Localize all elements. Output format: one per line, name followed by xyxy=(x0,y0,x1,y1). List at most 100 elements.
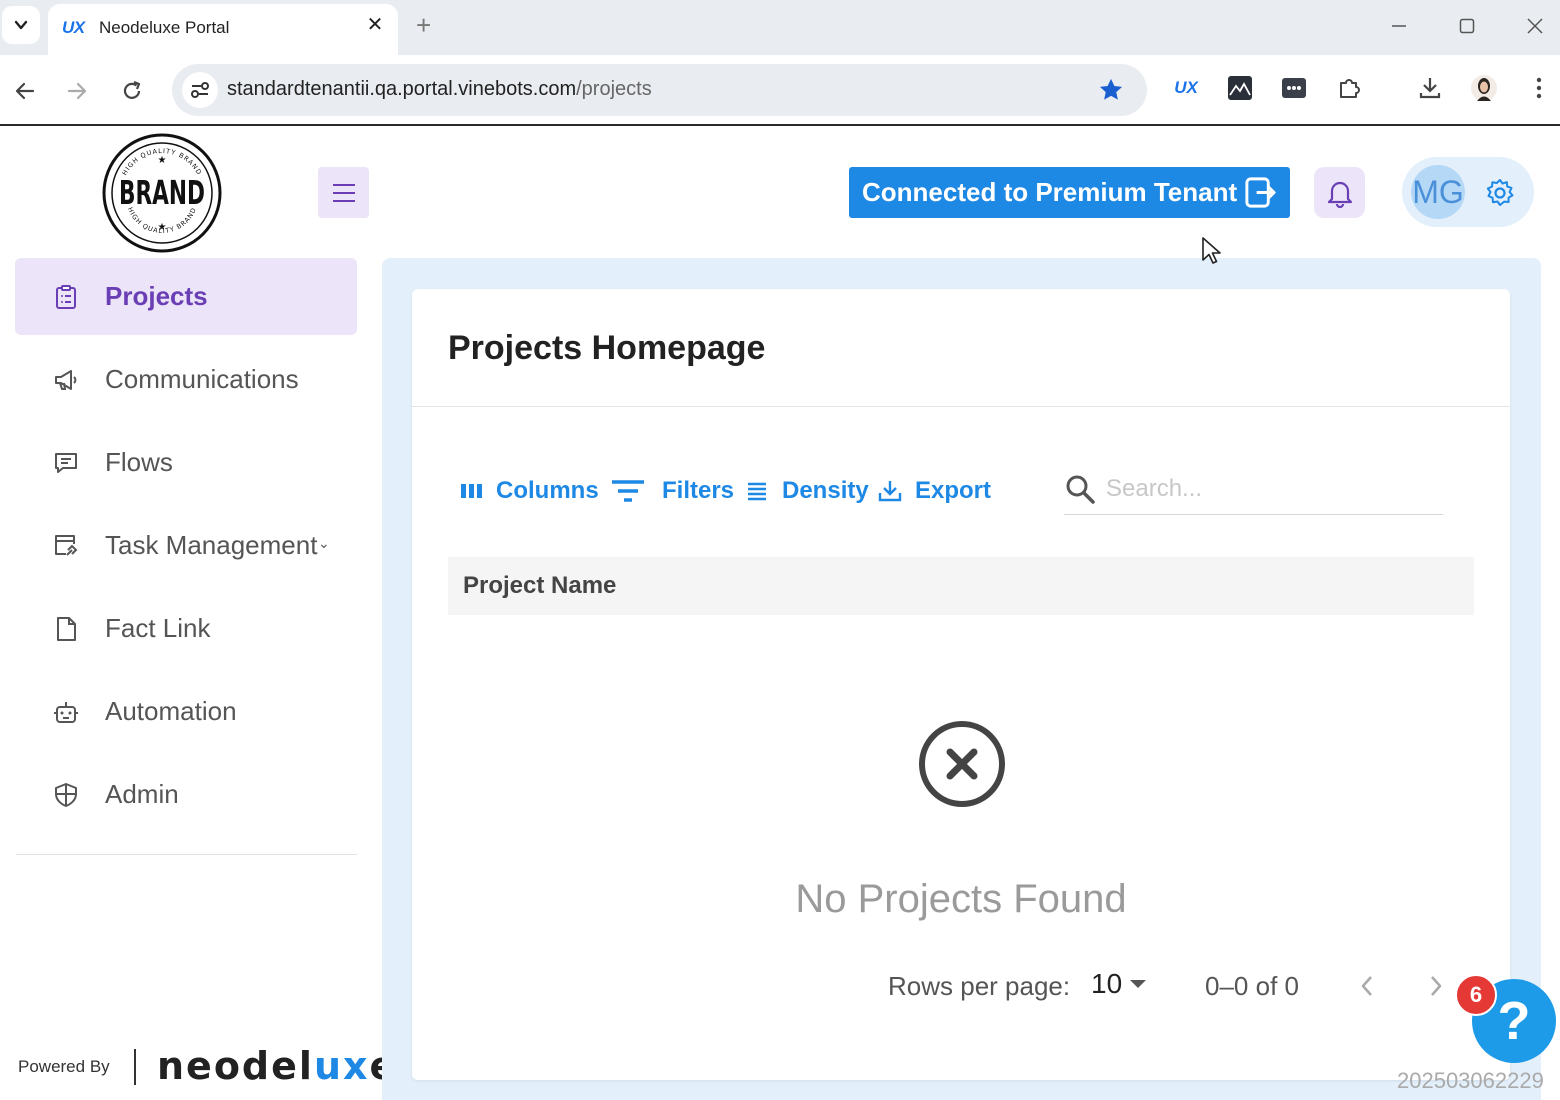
sidebar-item-fact-link[interactable]: Fact Link xyxy=(15,590,357,667)
download-icon[interactable] xyxy=(1415,73,1445,103)
window-close-button[interactable] xyxy=(1502,0,1560,52)
no-results-icon xyxy=(919,721,1005,807)
password-extension-icon[interactable] xyxy=(1279,73,1309,103)
empty-state-message: No Projects Found xyxy=(795,877,1127,921)
mountain-extension-icon[interactable] xyxy=(1225,73,1255,103)
brand-logo-text: BRAND xyxy=(119,173,205,212)
svg-text:★: ★ xyxy=(158,155,167,166)
window-maximize-button[interactable] xyxy=(1434,0,1500,52)
density-icon xyxy=(744,475,770,507)
arrow-left-icon xyxy=(15,82,35,100)
chevron-left-icon xyxy=(1361,976,1372,996)
tune-icon xyxy=(191,82,209,98)
chat-icon xyxy=(51,448,81,478)
hamburger-menu-icon xyxy=(332,183,355,202)
robot-icon xyxy=(51,697,81,727)
user-menu[interactable]: MG xyxy=(1402,157,1534,227)
vendor-logo-accent: ux xyxy=(313,1044,370,1088)
filters-label: Filters xyxy=(662,477,735,504)
timestamp-watermark: 202503062229 xyxy=(1397,1068,1544,1093)
mouse-cursor-icon xyxy=(1202,237,1221,264)
user-avatar[interactable]: MG xyxy=(1411,165,1465,219)
connected-tenant-button[interactable]: Connected to Premium Tenant xyxy=(849,167,1290,218)
browser-tab-active[interactable]: UX Neodeluxe Portal ✕ xyxy=(48,4,398,55)
vendor-logo: neodeluxeTM xyxy=(157,1044,411,1088)
sidebar-item-label: Projects xyxy=(105,281,208,311)
filter-icon xyxy=(610,475,646,507)
sidebar-divider xyxy=(16,854,357,855)
density-label: Density xyxy=(782,477,869,504)
columns-icon xyxy=(456,475,488,507)
minimize-icon xyxy=(1392,25,1406,27)
help-notification-badge: 6 xyxy=(1455,974,1497,1016)
bookmark-star-icon[interactable] xyxy=(1097,76,1125,109)
vendor-logo-pre: neodel xyxy=(157,1044,314,1088)
tab-search-button[interactable] xyxy=(2,6,40,44)
projects-card: Projects Homepage Columns Filters Densit… xyxy=(412,289,1510,1080)
new-tab-icon[interactable]: + xyxy=(416,10,431,40)
sidebar-item-task-management[interactable]: Task Management ⌄ xyxy=(15,507,357,584)
export-button[interactable]: Export xyxy=(875,475,991,507)
columns-button[interactable]: Columns xyxy=(456,475,599,507)
file-icon xyxy=(51,614,81,644)
connected-tenant-label: Connected to Premium Tenant xyxy=(862,177,1238,207)
search-input[interactable] xyxy=(1106,471,1426,507)
export-download-icon xyxy=(875,475,905,507)
browser-toolbar: standardtenantii.qa.portal.vinebots.com/… xyxy=(0,55,1560,126)
url-host: standardtenantii.qa.portal.vinebots.com xyxy=(227,78,577,100)
window-minimize-button[interactable] xyxy=(1366,0,1432,52)
chevron-right-icon xyxy=(1431,976,1442,996)
sidebar-item-admin[interactable]: Admin xyxy=(15,756,357,833)
task-icon xyxy=(51,531,81,561)
reload-icon xyxy=(123,80,141,99)
browser-menu-icon[interactable] xyxy=(1524,73,1554,103)
sidebar-item-label: Admin xyxy=(105,779,179,809)
shield-icon xyxy=(51,780,81,810)
notifications-button[interactable] xyxy=(1314,167,1365,218)
gear-icon[interactable] xyxy=(1484,177,1516,209)
column-header-project-name[interactable]: Project Name xyxy=(463,572,616,600)
site-info-button[interactable] xyxy=(182,72,218,108)
megaphone-icon xyxy=(51,365,81,395)
profile-avatar-icon[interactable] xyxy=(1469,73,1499,103)
bell-icon xyxy=(1327,181,1352,208)
ux-extension-icon[interactable]: UX xyxy=(1171,73,1201,103)
rows-per-page-select[interactable]: 10 xyxy=(1091,968,1147,1000)
chevron-down-icon[interactable]: ⌄ xyxy=(318,535,330,552)
svg-text:★: ★ xyxy=(158,222,167,233)
search-icon xyxy=(1066,475,1095,504)
reload-button[interactable] xyxy=(118,77,146,105)
tab-close-icon[interactable]: ✕ xyxy=(364,14,386,36)
caret-down-icon xyxy=(1130,980,1147,988)
browser-tabstrip: UX Neodeluxe Portal ✕ + xyxy=(0,0,1560,55)
brand-logo[interactable]: HIGH QUALITY BRAND HIGH QUALITY BRAND ★ … xyxy=(102,133,222,253)
powered-by-separator xyxy=(134,1049,136,1085)
sidebar-toggle-button[interactable] xyxy=(318,167,369,218)
clipboard-icon xyxy=(51,282,81,312)
sidebar-item-label: Task Management xyxy=(105,530,318,560)
sidebar-item-flows[interactable]: Flows xyxy=(15,424,357,501)
table-header: Project Name xyxy=(448,557,1474,615)
page-title: Projects Homepage xyxy=(448,329,766,367)
powered-by-label: Powered By xyxy=(18,1057,110,1076)
extensions-puzzle-icon[interactable] xyxy=(1335,73,1365,103)
sidebar-item-label: Fact Link xyxy=(105,613,211,643)
back-button[interactable] xyxy=(11,77,39,105)
export-label: Export xyxy=(915,477,992,504)
next-page-button[interactable] xyxy=(1421,969,1451,1003)
sidebar-item-label: Communications xyxy=(105,364,299,394)
search-field[interactable] xyxy=(1064,467,1443,515)
filters-button[interactable]: Filters xyxy=(610,475,734,507)
forward-button[interactable] xyxy=(63,77,91,105)
sidebar-item-automation[interactable]: Automation xyxy=(15,673,357,750)
url-path: /projects xyxy=(576,78,652,100)
url-text: standardtenantii.qa.portal.vinebots.com/… xyxy=(227,78,652,101)
sidebar-item-projects[interactable]: Projects xyxy=(15,258,357,335)
density-button[interactable]: Density xyxy=(744,475,869,507)
tab-title: Neodeluxe Portal xyxy=(99,18,230,37)
arrow-right-icon xyxy=(67,82,87,100)
sidebar-item-communications[interactable]: Communications xyxy=(15,341,357,418)
previous-page-button[interactable] xyxy=(1352,969,1382,1003)
address-bar[interactable]: standardtenantii.qa.portal.vinebots.com/… xyxy=(172,64,1147,116)
tab-favicon: UX xyxy=(62,18,85,37)
